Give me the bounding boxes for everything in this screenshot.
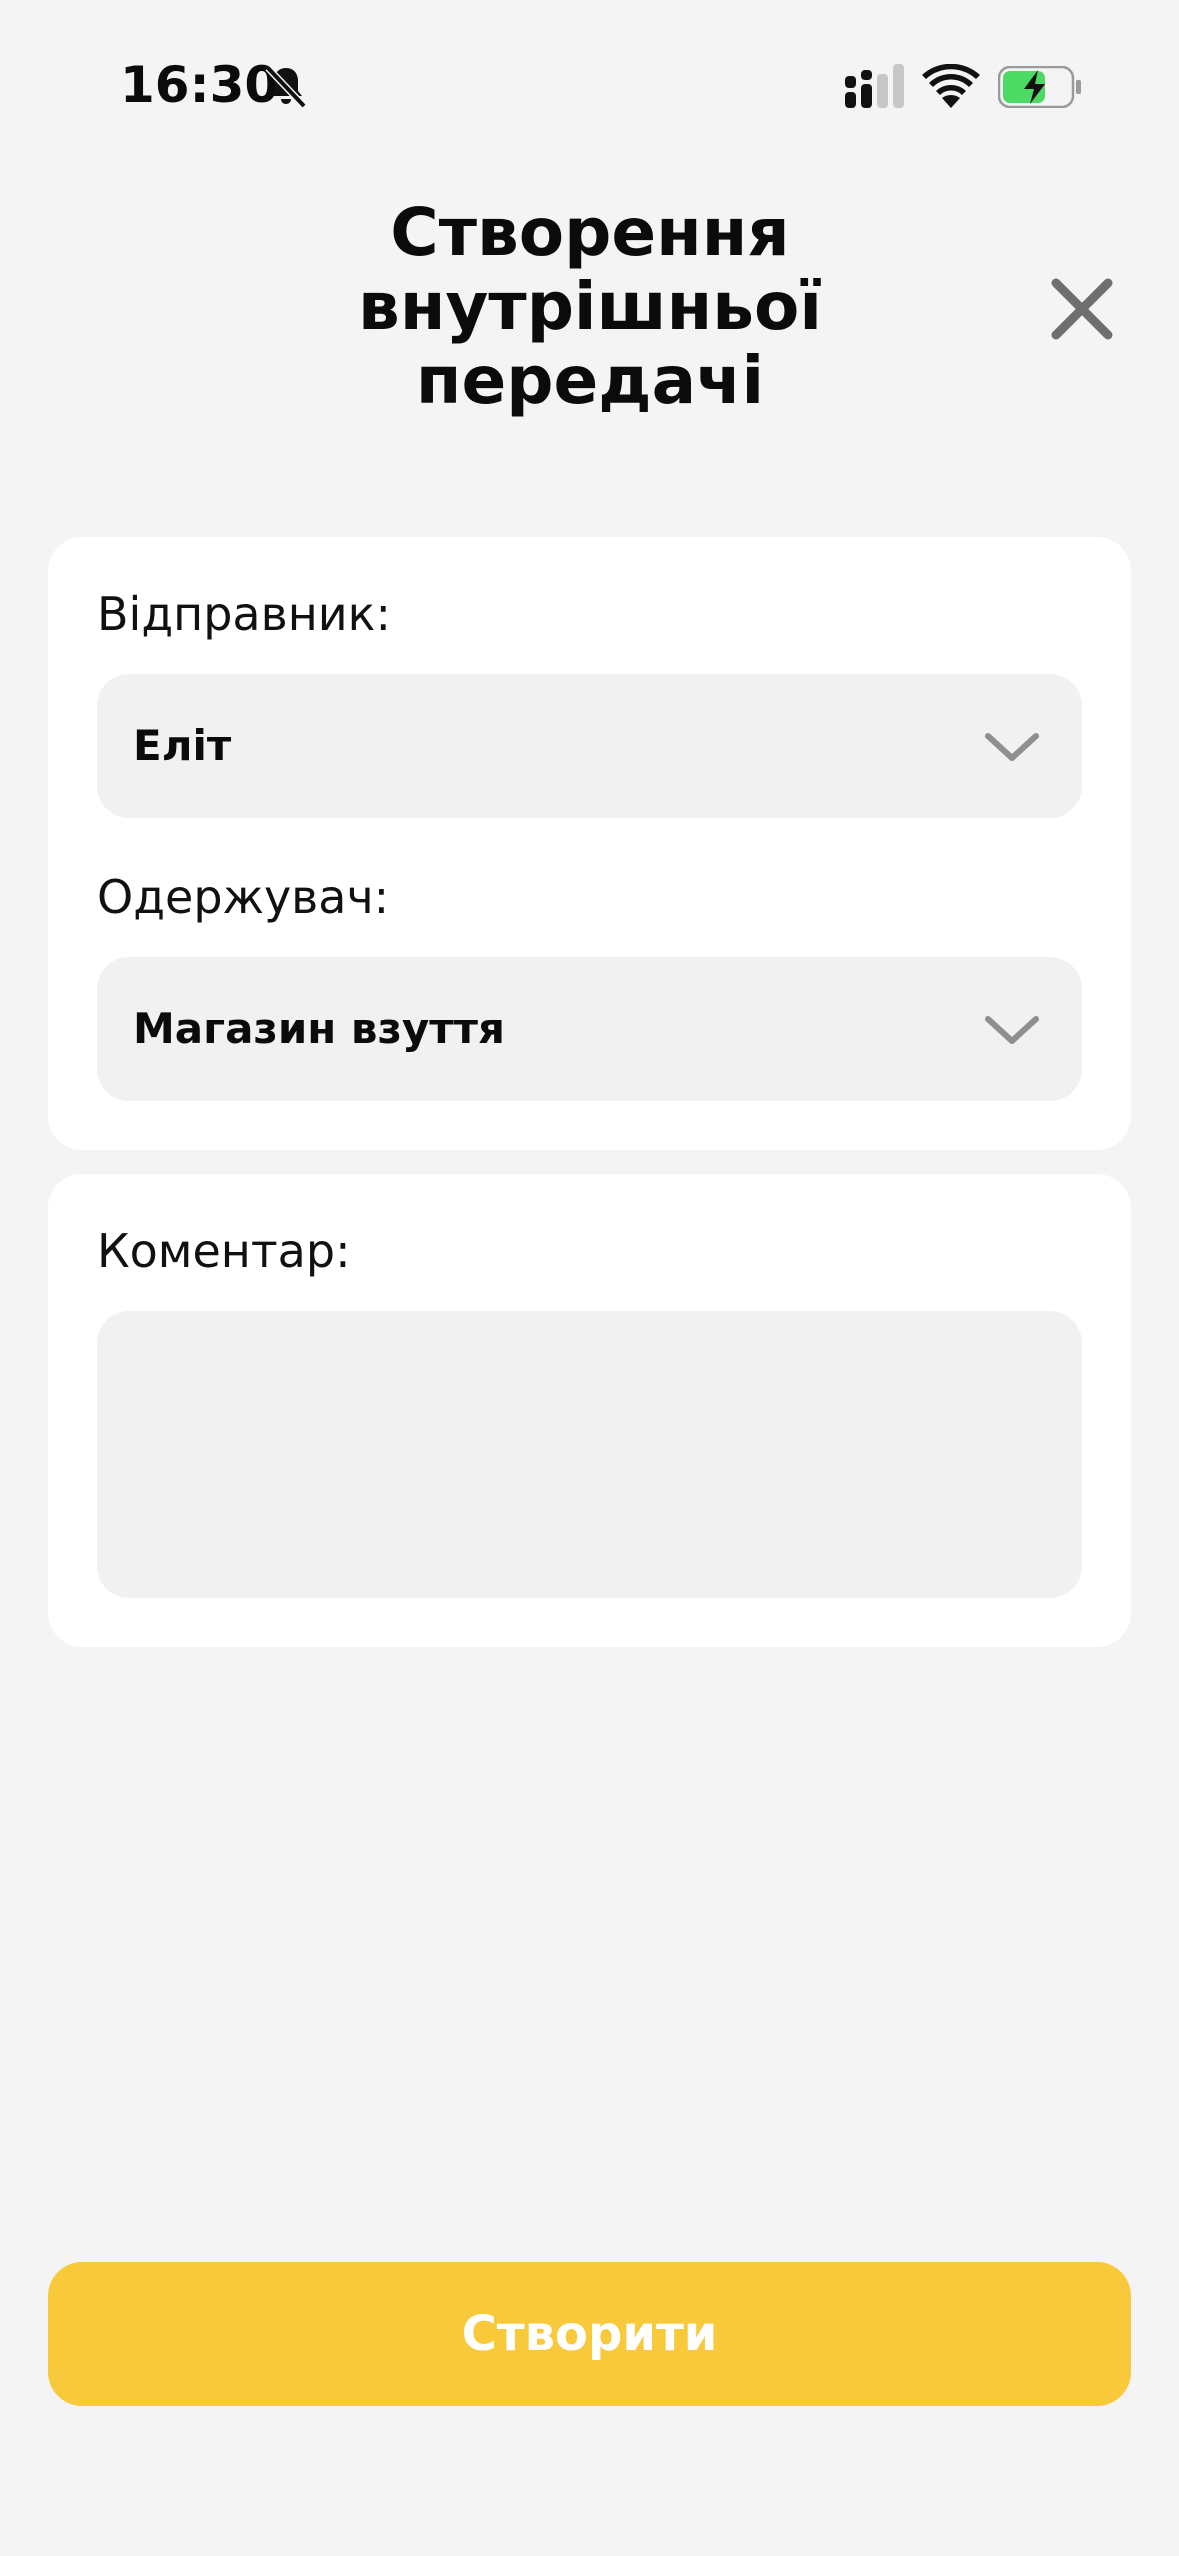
bell-slash-icon <box>265 65 307 109</box>
chevron-down-icon <box>985 1016 1039 1044</box>
page-title-line-2: внутрішньої <box>358 268 822 345</box>
status-bar: 16:30 <box>0 0 1179 150</box>
status-time: 16:30 <box>120 56 280 114</box>
sender-label: Відправник: <box>97 587 391 641</box>
close-button[interactable] <box>1045 272 1119 346</box>
battery-charging-icon <box>998 66 1081 108</box>
wifi-icon <box>922 64 980 108</box>
chevron-down-icon <box>985 733 1039 761</box>
comment-label: Коментар: <box>97 1224 351 1278</box>
recipient-select[interactable]: Магазин взуття <box>97 957 1082 1101</box>
sender-select[interactable]: Еліт <box>97 674 1082 818</box>
comment-field[interactable] <box>97 1311 1082 1598</box>
create-button[interactable]: Створити <box>48 2262 1131 2406</box>
page-title-line-1: Створення <box>390 194 790 271</box>
recipient-label: Одержувач: <box>97 870 390 924</box>
page-title-line-3: передачі <box>415 342 765 419</box>
recipient-select-value: Магазин взуття <box>133 1004 505 1053</box>
page-title: Створення внутрішньої передачі <box>240 196 940 418</box>
transfer-parties-card: Відправник: Еліт Одержувач: Магазин взут… <box>48 537 1131 1150</box>
cellular-signal-icon <box>845 64 904 108</box>
comment-card: Коментар: <box>48 1174 1131 1647</box>
close-icon <box>1051 278 1113 340</box>
sender-select-value: Еліт <box>133 721 232 770</box>
